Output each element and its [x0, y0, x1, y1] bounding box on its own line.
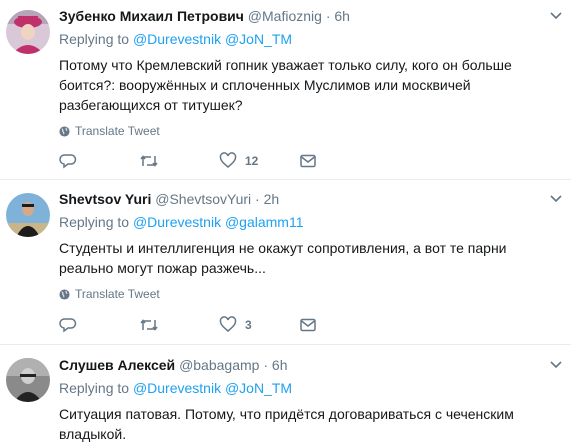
mention-link[interactable]: @JoN_TM	[225, 380, 292, 396]
separator: ·	[325, 8, 331, 24]
username[interactable]: @ShevtsovYuri	[155, 191, 251, 207]
retweet-icon	[140, 319, 158, 331]
retweet-button[interactable]	[139, 152, 219, 170]
like-count: 12	[245, 154, 259, 168]
tweet-header: Shevtsov Yuri @ShevtsovYuri · 2h	[59, 190, 561, 209]
heart-icon	[219, 152, 237, 168]
tweet-content: Зубенко Михаил Петрович @Mafioznig · 6h …	[59, 7, 561, 139]
tweet-header: Зубенко Михаил Петрович @Mafioznig · 6h	[59, 7, 561, 26]
translate-tweet-link[interactable]: Translate Tweet	[59, 123, 561, 139]
tweet-text: Ситуация патовая. Потому, что придётся д…	[59, 406, 514, 442]
tweet[interactable]: Зубенко Михаил Петрович @Mafioznig · 6h …	[0, 0, 571, 180]
tweet-text: Студенты и интеллигенция не окажут сопро…	[59, 240, 507, 276]
fullname[interactable]: Слушев Алексей	[59, 357, 175, 373]
retweet-icon	[140, 155, 158, 167]
timestamp[interactable]: 6h	[272, 357, 288, 373]
replying-prefix: Replying to	[59, 214, 130, 230]
tweet[interactable]: Shevtsov Yuri @ShevtsovYuri · 2h Replyin…	[0, 180, 571, 345]
timestamp[interactable]: 2h	[264, 191, 280, 207]
timestamp[interactable]: 6h	[334, 8, 350, 24]
globe-icon	[59, 288, 70, 300]
avatar[interactable]	[6, 10, 50, 54]
chevron-down-icon[interactable]	[549, 9, 563, 23]
envelope-icon	[300, 154, 316, 168]
like-button[interactable]: 12	[219, 152, 299, 170]
direct-message-button[interactable]	[299, 152, 317, 170]
chevron-down-icon[interactable]	[549, 192, 563, 206]
tweet-text: Потому что Кремлевский гопник уважает то…	[59, 57, 512, 113]
fullname[interactable]: Зубенко Михаил Петрович	[59, 8, 244, 24]
fullname[interactable]: Shevtsov Yuri	[59, 191, 151, 207]
like-button[interactable]: 3	[219, 316, 299, 334]
replying-prefix: Replying to	[59, 380, 130, 396]
reply-icon	[59, 154, 77, 169]
separator: ·	[255, 191, 260, 207]
replying-to: Replying to @Durevestnik @JoN_TM	[59, 379, 561, 398]
mention-link[interactable]: @JoN_TM	[225, 31, 292, 47]
translate-tweet-link[interactable]: Translate Tweet	[59, 286, 561, 302]
username[interactable]: @babagamp	[179, 357, 259, 373]
tweet-header: Слушев Алексей @babagamp · 6h	[59, 356, 561, 375]
avatar[interactable]	[6, 193, 50, 237]
mention-link[interactable]: @Durevestnik	[133, 31, 221, 47]
reply-icon	[59, 318, 77, 333]
separator: ·	[263, 357, 269, 373]
avatar[interactable]	[6, 358, 50, 402]
translate-label: Translate Tweet	[75, 124, 160, 138]
envelope-icon	[300, 318, 316, 332]
tweet-actions: 3	[59, 316, 317, 334]
replying-prefix: Replying to	[59, 31, 130, 47]
replying-to: Replying to @Durevestnik @JoN_TM	[59, 30, 561, 49]
tweet[interactable]: Слушев Алексей @babagamp · 6h Replying t…	[0, 345, 571, 444]
retweet-button[interactable]	[139, 316, 219, 334]
direct-message-button[interactable]	[299, 316, 317, 334]
reply-button[interactable]	[59, 152, 139, 170]
mention-link[interactable]: @Durevestnik	[133, 214, 221, 230]
replying-to: Replying to @Durevestnik @galamm11	[59, 213, 561, 232]
tweet-actions: 12	[59, 152, 317, 170]
tweet-content: Слушев Алексей @babagamp · 6h Replying t…	[59, 356, 561, 444]
reply-button[interactable]	[59, 316, 139, 334]
mention-link[interactable]: @Durevestnik	[133, 380, 221, 396]
like-count: 3	[245, 318, 252, 332]
mention-link[interactable]: @galamm11	[225, 214, 304, 230]
chevron-down-icon[interactable]	[549, 358, 563, 372]
heart-icon	[219, 316, 237, 332]
translate-label: Translate Tweet	[75, 287, 160, 301]
globe-icon	[59, 125, 70, 137]
username[interactable]: @Mafioznig	[248, 8, 322, 24]
tweet-content: Shevtsov Yuri @ShevtsovYuri · 2h Replyin…	[59, 190, 561, 302]
